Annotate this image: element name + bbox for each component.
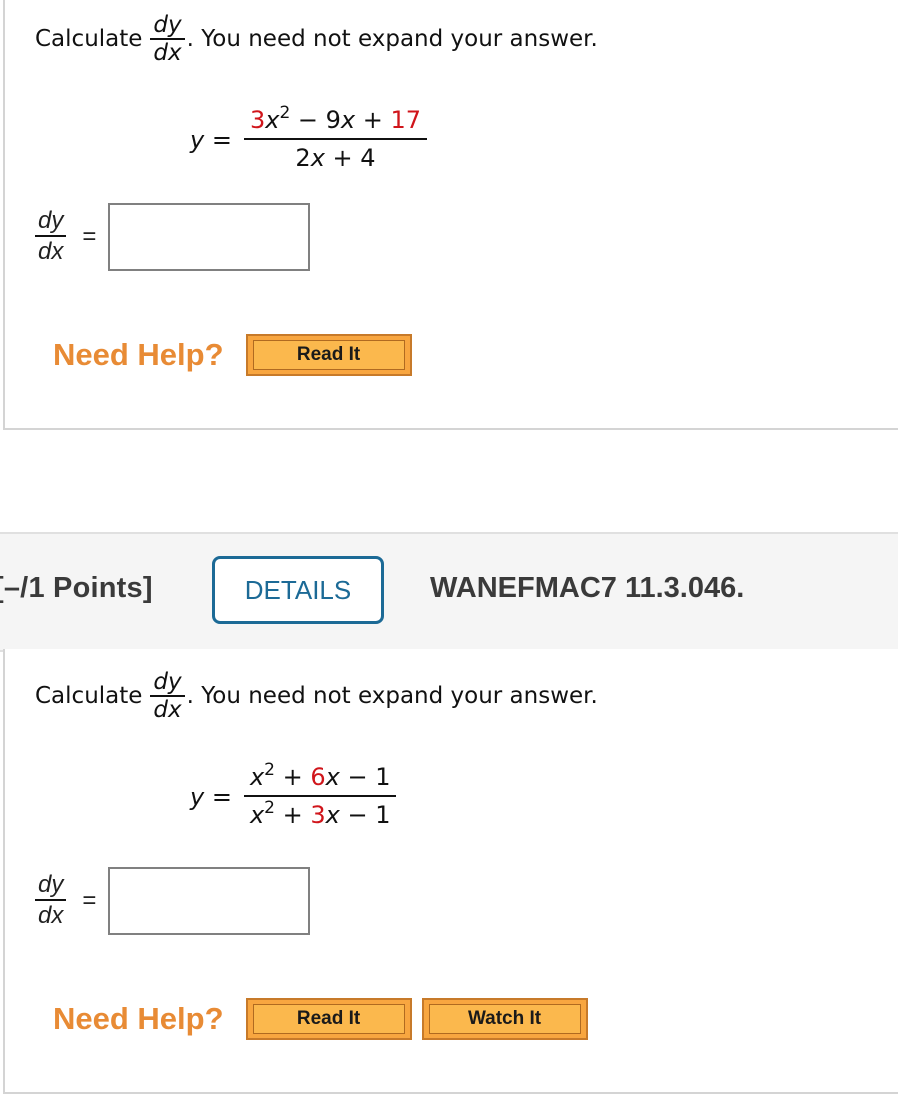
- prompt-text-before: Calculate: [35, 683, 143, 709]
- variable: x: [325, 763, 340, 791]
- equation-lhs: y =: [190, 126, 232, 154]
- term: − 1: [339, 801, 391, 829]
- read-it-label: Read It: [252, 1004, 405, 1034]
- variable: x: [249, 763, 265, 791]
- exponent: 2: [264, 760, 275, 780]
- read-it-label: Read It: [252, 340, 405, 370]
- read-it-button[interactable]: Read It: [245, 334, 412, 376]
- need-help-label: Need Help?: [53, 337, 224, 372]
- variable: x: [265, 106, 280, 134]
- prompt-text-after: . You need not expand your answer.: [186, 26, 598, 52]
- details-button[interactable]: DETAILS: [212, 556, 384, 624]
- variable: x: [249, 801, 265, 829]
- question-id: WANEFMAC7 11.3.046.: [430, 572, 745, 604]
- question-prompt: Calculate dy dx . You need not expand yo…: [35, 669, 598, 723]
- exponent: 2: [279, 103, 291, 123]
- answer-label: dy dx: [35, 871, 67, 931]
- function-equation: y = 3x2 − 9x + 17 2x + 4: [190, 103, 428, 176]
- answer-label-denominator: dx: [38, 238, 64, 265]
- fraction-denominator: dx: [153, 697, 182, 723]
- term: + 4: [324, 144, 376, 172]
- watch-it-label: Watch It: [428, 1004, 581, 1034]
- answer-row: dy dx =: [35, 867, 311, 935]
- term: − 1: [339, 763, 391, 791]
- answer-input[interactable]: [108, 867, 311, 935]
- fraction-denominator: dx: [153, 40, 182, 66]
- equation-fraction: 3x2 − 9x + 17 2x + 4: [243, 103, 428, 176]
- function-equation: y = x2 + 6x − 1 x2 + 3x − 1: [190, 760, 397, 833]
- equals-sign: =: [82, 887, 97, 914]
- read-it-button[interactable]: Read It: [245, 998, 412, 1040]
- term: +: [274, 801, 311, 829]
- watch-it-button[interactable]: Watch It: [421, 998, 588, 1040]
- variable: x: [310, 144, 325, 172]
- answer-label: dy dx: [35, 207, 67, 267]
- fraction-numerator: dy: [150, 12, 185, 40]
- term: 3: [310, 801, 326, 829]
- term: 2: [295, 144, 311, 172]
- variable: x: [325, 801, 340, 829]
- equation-denominator: 2x + 4: [295, 140, 375, 176]
- prompt-text-after: . You need not expand your answer.: [186, 683, 598, 709]
- question-header: [–/1 Points] DETAILS WANEFMAC7 11.3.046.: [0, 532, 898, 652]
- term: +: [274, 763, 311, 791]
- prompt-text-before: Calculate: [35, 26, 143, 52]
- term: +: [355, 106, 391, 134]
- help-row: Need Help? Read It Watch It: [53, 998, 598, 1040]
- question-prompt: Calculate dy dx . You need not expand yo…: [35, 12, 598, 66]
- need-help-label: Need Help?: [53, 1001, 224, 1036]
- question-card-1: Calculate dy dx . You need not expand yo…: [3, 0, 898, 430]
- term: − 9: [290, 106, 341, 134]
- equation-fraction: x2 + 6x − 1 x2 + 3x − 1: [243, 760, 397, 833]
- answer-label-denominator: dx: [38, 902, 64, 929]
- help-row: Need Help? Read It: [53, 334, 422, 376]
- equation-numerator: 3x2 − 9x + 17: [243, 103, 428, 140]
- equation-numerator: x2 + 6x − 1: [243, 760, 397, 797]
- dy-dx-fraction: dy dx: [150, 12, 185, 66]
- term: 3: [249, 106, 266, 134]
- answer-label-numerator: dy: [35, 871, 67, 901]
- equals-sign: =: [82, 223, 97, 250]
- equation-lhs: y =: [190, 783, 232, 811]
- equation-denominator: x2 + 3x − 1: [250, 797, 391, 833]
- answer-input[interactable]: [108, 203, 311, 271]
- answer-label-numerator: dy: [35, 207, 67, 237]
- variable: x: [340, 106, 356, 134]
- fraction-numerator: dy: [150, 669, 185, 697]
- exponent: 2: [264, 798, 275, 818]
- term: 17: [390, 106, 422, 134]
- question-card-2: Calculate dy dx . You need not expand yo…: [3, 649, 898, 1094]
- answer-row: dy dx =: [35, 203, 311, 271]
- term: 6: [310, 763, 326, 791]
- dy-dx-fraction: dy dx: [150, 669, 185, 723]
- points-label: [–/1 Points]: [0, 572, 153, 604]
